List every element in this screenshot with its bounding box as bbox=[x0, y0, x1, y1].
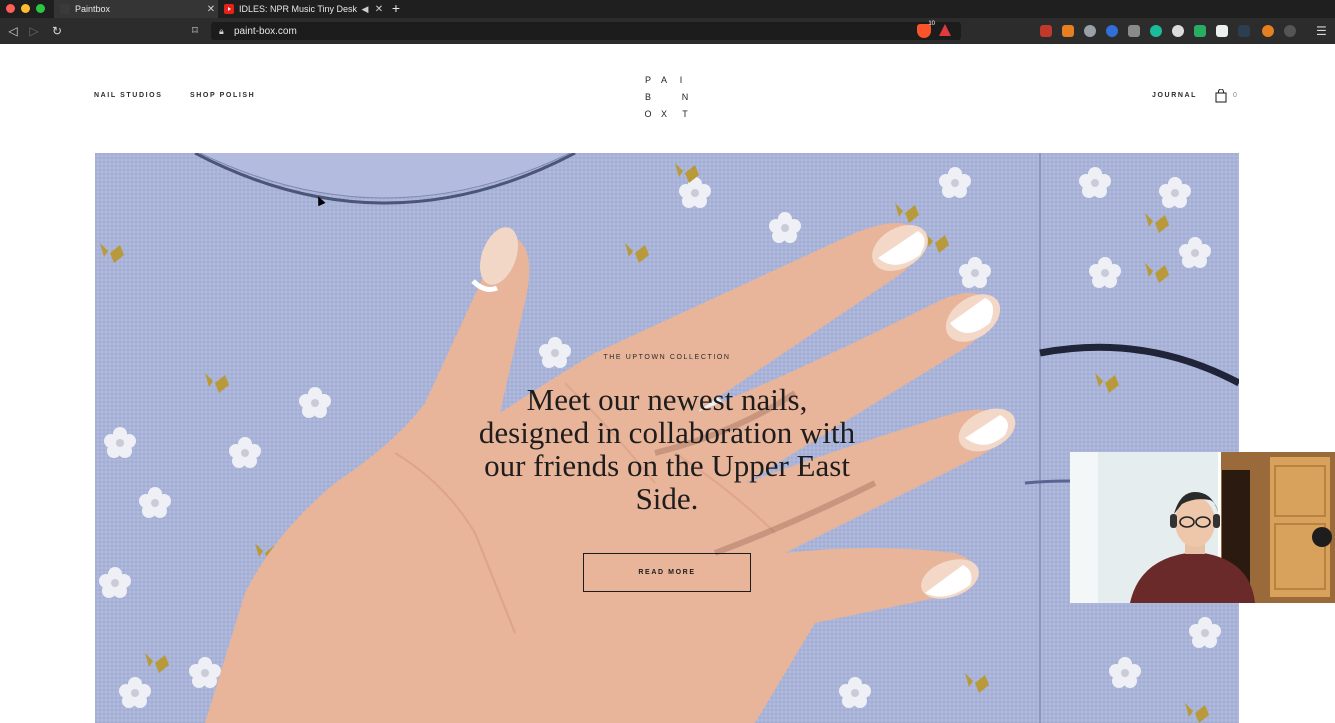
cart-count: 0 bbox=[1233, 92, 1237, 99]
window-zoom-button[interactable] bbox=[36, 4, 45, 13]
extension-doc-icon[interactable] bbox=[1216, 25, 1228, 37]
browser-toolbar: ◁ ▷ ↻ ⌑ 🔒︎ 10 ☰ bbox=[0, 18, 1335, 44]
webcam-overlay bbox=[1070, 452, 1335, 603]
url-input[interactable] bbox=[231, 25, 961, 37]
nav-shop-polish[interactable]: SHOP POLISH bbox=[190, 92, 255, 99]
logo-letter: X bbox=[660, 109, 667, 119]
logo-letter: O bbox=[644, 109, 652, 119]
hero-banner: THE UPTOWN COLLECTION Meet our newest na… bbox=[95, 153, 1239, 723]
forward-button[interactable]: ▷ bbox=[26, 23, 42, 39]
back-button[interactable]: ◁ bbox=[5, 23, 21, 39]
nav-nail-studios[interactable]: NAIL STUDIOS bbox=[94, 92, 162, 99]
logo-letter: I bbox=[679, 75, 683, 85]
extension-info-icon[interactable] bbox=[1284, 25, 1296, 37]
extension-dark-icon[interactable] bbox=[1238, 25, 1250, 37]
logo-letter: T bbox=[682, 109, 688, 119]
tab-youtube[interactable]: IDLES: NPR Music Tiny Desk ◀︎ ✕ bbox=[218, 0, 386, 18]
hero-headline: Meet our newest nails, designed in colla… bbox=[478, 382, 856, 516]
tab-paintbox[interactable]: Paintbox ✕ bbox=[54, 0, 218, 18]
extension-gear-icon[interactable] bbox=[1084, 25, 1096, 37]
extension-sparkle-icon[interactable] bbox=[1194, 25, 1206, 37]
tab-close-icon[interactable]: ✕ bbox=[204, 4, 218, 15]
paintbox-page: NAIL STUDIOS SHOP POLISH P A I B N O X T… bbox=[0, 44, 1335, 723]
extension-cloud-icon[interactable] bbox=[1172, 25, 1184, 37]
extension-screen-icon[interactable] bbox=[1128, 25, 1140, 37]
bookmark-icon[interactable]: ⌑ bbox=[188, 23, 202, 39]
tab-title: Paintbox bbox=[75, 4, 111, 14]
paintbox-logo[interactable]: P A I B N O X T bbox=[644, 75, 692, 121]
webcam-video bbox=[1070, 452, 1335, 603]
address-bar[interactable]: 🔒︎ bbox=[211, 22, 961, 40]
brave-rewards-icon[interactable] bbox=[939, 24, 951, 36]
browser-tab-bar: Paintbox ✕ IDLES: NPR Music Tiny Desk ◀︎… bbox=[0, 0, 1335, 18]
shopping-bag-icon[interactable] bbox=[1215, 89, 1227, 103]
lock-icon: 🔒︎ bbox=[219, 25, 224, 36]
nav-journal[interactable]: JOURNAL bbox=[1152, 92, 1197, 99]
extension-m-icon[interactable] bbox=[1150, 25, 1162, 37]
logo-letter: P bbox=[644, 75, 651, 85]
window-minimize-button[interactable] bbox=[21, 4, 30, 13]
paintbox-favicon-icon bbox=[60, 4, 70, 14]
tab-close-icon[interactable]: ✕ bbox=[372, 4, 386, 15]
logo-letter: B bbox=[644, 92, 651, 102]
browser-menu-icon[interactable]: ☰ bbox=[1316, 23, 1327, 39]
extension-orange-icon[interactable] bbox=[1262, 25, 1274, 37]
new-tab-button[interactable]: + bbox=[388, 0, 404, 18]
tab-title: IDLES: NPR Music Tiny Desk bbox=[239, 4, 358, 14]
audio-playing-icon[interactable]: ◀︎ bbox=[358, 4, 372, 15]
youtube-favicon-icon bbox=[224, 4, 234, 14]
window-close-button[interactable] bbox=[6, 4, 15, 13]
hero-eyebrow: THE UPTOWN COLLECTION bbox=[603, 354, 731, 361]
extension-circle-icon[interactable] bbox=[1106, 25, 1118, 37]
brave-shields-count: 10 bbox=[928, 21, 935, 27]
logo-letter: A bbox=[660, 75, 667, 85]
logo-letter: N bbox=[681, 92, 689, 102]
extension-pen-icon[interactable] bbox=[1040, 25, 1052, 37]
brave-shields-icon[interactable]: 10 bbox=[917, 21, 935, 38]
extension-flag-icon[interactable] bbox=[1062, 25, 1074, 37]
read-more-button[interactable]: READ MORE bbox=[583, 553, 751, 592]
reload-button[interactable]: ↻ bbox=[49, 23, 65, 39]
